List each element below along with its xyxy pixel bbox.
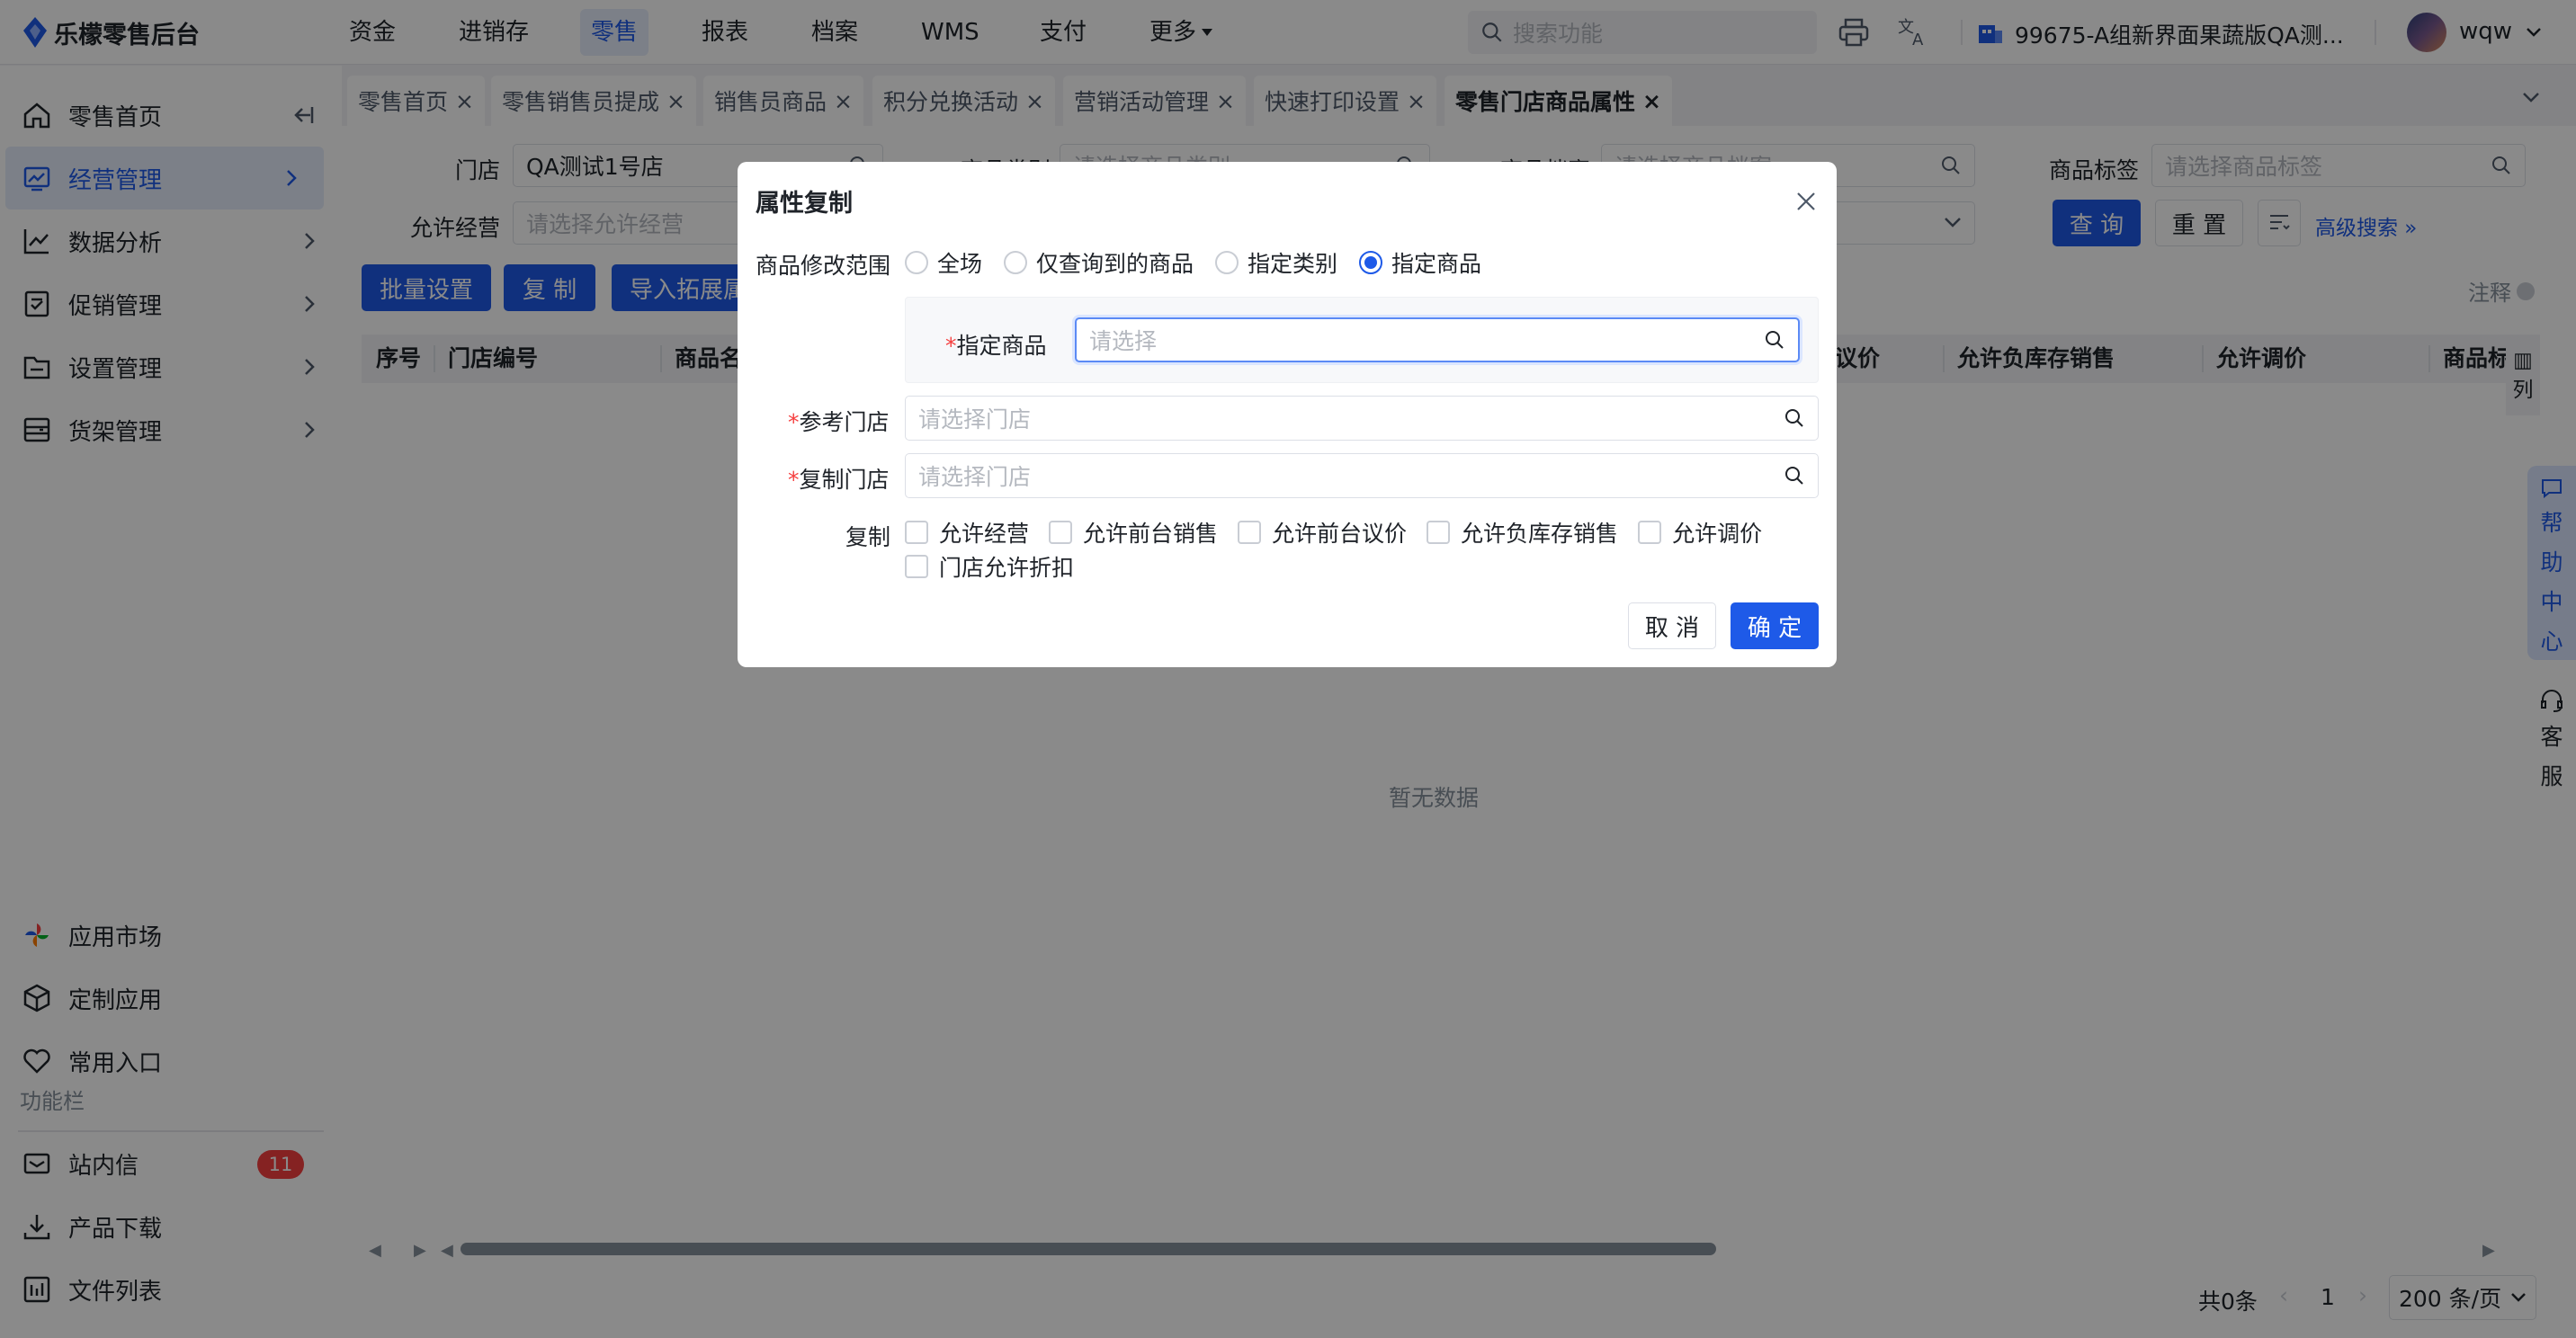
checkbox-label: 允许经营 — [939, 521, 1030, 547]
radio-label: 指定类别 — [1248, 251, 1338, 277]
copy-option-front-bargain[interactable]: 允许前台议价 — [1238, 516, 1407, 549]
copy-option-price-adjust[interactable]: 允许调价 — [1638, 516, 1762, 549]
checkbox — [1427, 521, 1451, 544]
search-icon — [1785, 409, 1803, 427]
checkbox — [1238, 521, 1262, 544]
goods-select-placeholder: 请选择 — [1089, 328, 1158, 354]
close-icon[interactable] — [1795, 191, 1817, 212]
checkbox-label: 允许前台议价 — [1272, 521, 1408, 547]
ref-store-label-text: 参考门店 — [799, 409, 890, 435]
ref-store-placeholder: 请选择门店 — [918, 406, 1032, 433]
radio-circle — [1215, 251, 1239, 274]
ref-store-input[interactable]: 请选择门店 — [905, 396, 1819, 441]
search-icon — [1785, 467, 1803, 485]
checkbox-label: 允许调价 — [1672, 521, 1763, 547]
copy-fields-group: 允许经营 允许前台销售 允许前台议价 允许负库存销售 允许调价 — [905, 516, 1762, 549]
scope-option-goods[interactable]: 指定商品 — [1359, 246, 1481, 279]
scope-option-queried[interactable]: 仅查询到的商品 — [1004, 246, 1194, 279]
ref-store-label: *参考门店 — [788, 409, 890, 435]
goods-select-panel: *指定商品 请选择 — [905, 297, 1819, 383]
checkbox-label: 门店允许折扣 — [939, 555, 1075, 581]
copy-store-placeholder: 请选择门店 — [918, 464, 1032, 490]
goods-select-input[interactable]: 请选择 — [1075, 317, 1800, 362]
checkbox-label: 允许前台销售 — [1083, 521, 1219, 547]
dialog-title: 属性复制 — [756, 190, 853, 218]
checkbox — [905, 521, 928, 544]
cancel-button[interactable]: 取 消 — [1628, 602, 1716, 649]
scope-option-all[interactable]: 全场 — [905, 246, 982, 279]
radio-label: 全场 — [937, 251, 983, 277]
checkbox — [905, 555, 928, 578]
checkbox — [1638, 521, 1662, 544]
radio-circle — [905, 251, 928, 274]
radio-circle — [1004, 251, 1028, 274]
copy-store-input[interactable]: 请选择门店 — [905, 453, 1819, 498]
scope-option-category[interactable]: 指定类别 — [1215, 246, 1337, 279]
goods-label: *指定商品 — [945, 333, 1047, 359]
checkbox-label: 允许负库存销售 — [1461, 521, 1619, 547]
confirm-button[interactable]: 确 定 — [1731, 602, 1819, 649]
copy-store-label-text: 复制门店 — [799, 467, 890, 493]
copy-option-store-discount[interactable]: 门店允许折扣 — [905, 550, 1074, 583]
radio-label: 指定商品 — [1391, 251, 1482, 277]
goods-label-text: 指定商品 — [956, 333, 1047, 359]
copy-store-label: *复制门店 — [788, 467, 890, 493]
scope-label: 商品修改范围 — [756, 253, 891, 279]
copy-fields-group-row2: 门店允许折扣 — [905, 550, 1074, 584]
radio-circle-selected — [1359, 251, 1383, 274]
attribute-copy-dialog: 属性复制 商品修改范围 全场 仅查询到的商品 指定类别 指定商品 *指定商品 请… — [738, 162, 1837, 667]
copy-fields-label: 复制 — [845, 524, 891, 550]
copy-option-front-sale[interactable]: 允许前台销售 — [1049, 516, 1218, 549]
search-icon — [1766, 331, 1784, 349]
copy-option-negative-stock[interactable]: 允许负库存销售 — [1427, 516, 1618, 549]
checkbox — [1049, 521, 1073, 544]
radio-label: 仅查询到的商品 — [1036, 251, 1194, 277]
copy-option-allow-operate[interactable]: 允许经营 — [905, 516, 1029, 549]
scope-radio-group: 全场 仅查询到的商品 指定类别 指定商品 — [905, 246, 1481, 279]
